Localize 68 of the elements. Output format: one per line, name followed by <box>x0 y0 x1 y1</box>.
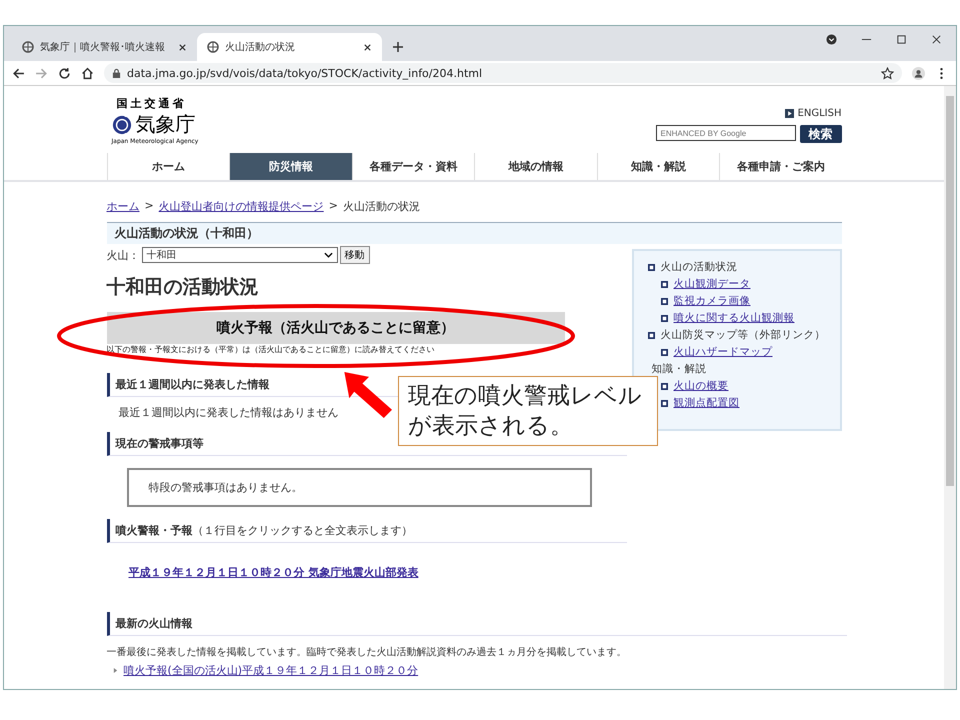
lock-icon <box>112 68 121 78</box>
sidebar-heading: 火山防災マップ等（外部リンク） <box>660 328 826 343</box>
home-icon[interactable] <box>81 66 94 80</box>
sidebar-link[interactable]: 火山の概要 <box>674 378 728 395</box>
play-icon <box>784 109 794 118</box>
globe-icon <box>207 41 219 53</box>
pointer-arrow <box>343 372 395 418</box>
alert-level-banner: 噴火予報（活火山であることに留意） <box>106 312 564 344</box>
bullet-icon <box>660 383 668 390</box>
sidebar-heading: 火山の活動状況 <box>660 260 738 275</box>
english-link[interactable]: ENGLISH <box>798 108 842 119</box>
nav-tab[interactable]: 各種データ・資料 <box>352 153 474 180</box>
browser-tab[interactable]: 火山活動の状況 <box>197 33 382 61</box>
search-field[interactable]: ENHANCED BY Google <box>656 125 796 141</box>
section-text: 一番最後に発表した情報を掲載しています。臨時で発表した火山活動解説資料のみ過去１ヵ月分を掲載しています。 <box>106 646 622 660</box>
new-tab-icon[interactable] <box>392 41 404 53</box>
nav-tab[interactable]: 地域の情報 <box>474 153 596 180</box>
section-heading: 噴火警報・予報（１行目をクリックすると全文表示します） <box>106 519 626 543</box>
browser-tab[interactable]: 気象庁｜噴火警報･噴火速報 <box>12 33 197 61</box>
chevron-down-icon <box>324 252 332 258</box>
breadcrumb-link[interactable]: ホーム <box>106 199 140 214</box>
address-bar[interactable]: data.jma.go.jp/svd/vois/data/tokyo/STOCK/activity_info/204.html <box>104 63 902 83</box>
sidebar-link[interactable]: 火山ハザードマップ <box>674 344 772 361</box>
sidebar-link[interactable]: 噴火に関する火山観測報 <box>674 310 794 327</box>
sidebar-heading: 知識・解説 <box>652 362 706 377</box>
page-title-bar: 火山活動の状況（十和田） <box>106 222 842 244</box>
sidebar-link[interactable]: 火山観測データ <box>674 276 750 293</box>
breadcrumb-link[interactable]: 火山登山者向けの情報提供ページ <box>158 199 324 214</box>
move-button[interactable]: 移動 <box>340 246 370 264</box>
close-icon[interactable] <box>931 34 942 45</box>
bullet-icon <box>660 298 668 305</box>
sidebar-link[interactable]: 観測点配置図 <box>674 395 740 412</box>
breadcrumb-separator: > <box>328 199 338 214</box>
close-icon[interactable] <box>363 42 372 52</box>
reload-icon[interactable] <box>58 66 71 80</box>
profile-icon[interactable] <box>912 66 925 80</box>
bullet-icon <box>660 315 668 322</box>
maximize-icon[interactable] <box>896 34 907 45</box>
notice-box: 特段の警戒事項はありません。 <box>126 468 592 507</box>
volcano-heading: 十和田の活動状況 <box>106 275 260 300</box>
agency-name: 気象庁 <box>136 111 196 138</box>
bullet-icon <box>660 281 668 288</box>
agency-logo-icon <box>112 114 132 134</box>
sidebar-link[interactable]: 監視カメラ画像 <box>674 293 750 310</box>
volcano-dropdown[interactable]: 十和田 <box>142 247 338 263</box>
back-arrow-icon[interactable] <box>12 66 25 80</box>
section-text: 最近１週間以内に発表した情報はありません <box>118 405 340 421</box>
caret-icon <box>112 667 118 674</box>
volcano-label: 火山： <box>106 248 140 262</box>
ministry-name: 国土交通省 <box>116 96 188 111</box>
nav-tab[interactable]: 各種申請・ご案内 <box>719 153 842 180</box>
star-icon[interactable] <box>881 66 894 80</box>
search-button[interactable]: 検索 <box>800 125 842 143</box>
bullet-icon <box>660 400 668 407</box>
scrollbar[interactable] <box>944 86 956 689</box>
breadcrumb-current: 火山活動の状況 <box>342 199 420 214</box>
nav-tab[interactable]: 知識・解説 <box>596 153 719 180</box>
tab-search-icon[interactable] <box>826 34 837 45</box>
nav-tab[interactable]: 防災情報 <box>229 153 352 180</box>
globe-icon <box>22 41 34 53</box>
url-text: data.jma.go.jp/svd/vois/data/tokyo/STOCK/activity_info/204.html <box>127 66 482 80</box>
section-heading: 最新の火山情報 <box>106 612 846 636</box>
close-icon[interactable] <box>178 42 187 52</box>
forecast-link[interactable]: 平成１９年１２月１日１０時２０分 気象庁地震火山部発表 <box>128 566 418 579</box>
bullet-icon <box>660 349 668 356</box>
info-link[interactable]: 噴火予報(全国の活火山)平成１９年１２月１日１０時２０分 <box>124 663 418 678</box>
breadcrumb-separator: > <box>144 199 154 214</box>
callout-box: 現在の噴火警戒レベルが表示される。 <box>398 376 658 446</box>
